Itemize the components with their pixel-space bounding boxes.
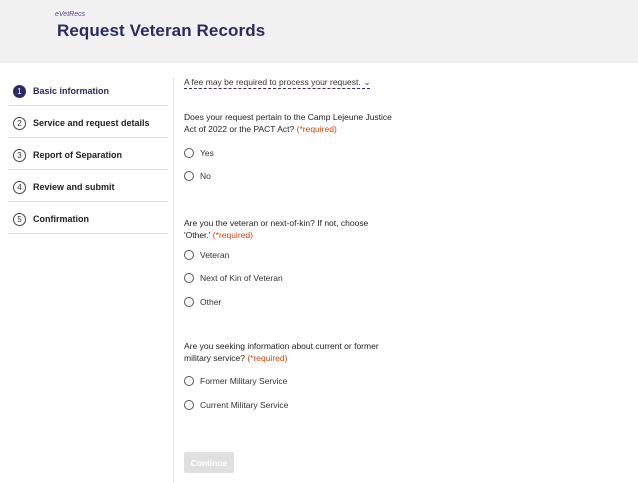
step-number-icon: 1 <box>13 84 26 98</box>
question-service-type: Are you seeking information about curren… <box>184 340 394 364</box>
question-text: Does your request pertain to the Camp Le… <box>184 112 392 134</box>
step-review-and-submit[interactable]: 4 Review and submit <box>8 173 168 202</box>
step-label: Service and request details <box>33 118 150 128</box>
radio-circle-icon <box>184 297 194 307</box>
radio-label: Other <box>200 297 222 307</box>
step-service-and-request-details[interactable]: 2 Service and request details <box>8 109 168 138</box>
step-label: Report of Separation <box>33 150 123 160</box>
radio-label: Former Military Service <box>200 376 288 386</box>
radio-yes[interactable]: Yes <box>184 148 214 158</box>
radio-former-military-service[interactable]: Former Military Service <box>184 376 287 386</box>
radio-no[interactable]: No <box>184 171 211 181</box>
radio-label: Yes <box>200 148 214 158</box>
required-marker: (*required) <box>296 124 337 134</box>
step-label: Review and submit <box>33 182 115 192</box>
radio-label: Next of Kin of Veteran <box>200 273 283 283</box>
radio-circle-icon <box>184 376 194 386</box>
chevron-down-icon: ⌄ <box>363 78 371 87</box>
radio-circle-icon <box>184 171 194 181</box>
continue-button[interactable]: Continue <box>184 452 234 473</box>
question-camp-lejeune-pact: Does your request pertain to the Camp Le… <box>184 111 399 135</box>
step-basic-information[interactable]: 1 Basic information <box>8 77 168 106</box>
step-report-of-separation[interactable]: 3 Report of Separation <box>8 141 168 170</box>
radio-circle-icon <box>184 273 194 283</box>
brand-name: eVetRecs <box>55 11 86 18</box>
question-requester-type: Are you the veteran or next-of-kin? If n… <box>184 217 374 241</box>
step-number-icon: 2 <box>13 116 26 130</box>
required-marker: (*required) <box>212 230 253 240</box>
step-navigation: 1 Basic information 2 Service and reques… <box>8 77 174 483</box>
radio-circle-icon <box>184 250 194 260</box>
fee-notice-toggle[interactable]: A fee may be required to process your re… <box>184 77 371 89</box>
radio-circle-icon <box>184 400 194 410</box>
radio-next-of-kin[interactable]: Next of Kin of Veteran <box>184 273 283 283</box>
radio-label: Current Military Service <box>200 400 289 410</box>
required-marker: (*required) <box>247 353 288 363</box>
radio-label: No <box>200 171 211 181</box>
step-number-icon: 3 <box>13 148 26 162</box>
fee-notice-text: A fee may be required to process your re… <box>184 77 361 87</box>
question-text: Are you the veteran or next-of-kin? If n… <box>184 218 369 240</box>
page-header: eVetRecs Request Veteran Records <box>0 0 638 63</box>
step-number-icon: 5 <box>13 212 26 226</box>
radio-other[interactable]: Other <box>184 297 221 307</box>
step-number-icon: 4 <box>13 180 26 194</box>
radio-circle-icon <box>184 148 194 158</box>
step-confirmation[interactable]: 5 Confirmation <box>8 205 168 234</box>
radio-current-military-service[interactable]: Current Military Service <box>184 400 288 410</box>
page-title: Request Veteran Records <box>57 21 266 40</box>
radio-label: Veteran <box>200 250 230 260</box>
step-label: Basic information <box>33 86 110 96</box>
radio-veteran[interactable]: Veteran <box>184 250 229 260</box>
step-label: Confirmation <box>33 214 89 224</box>
